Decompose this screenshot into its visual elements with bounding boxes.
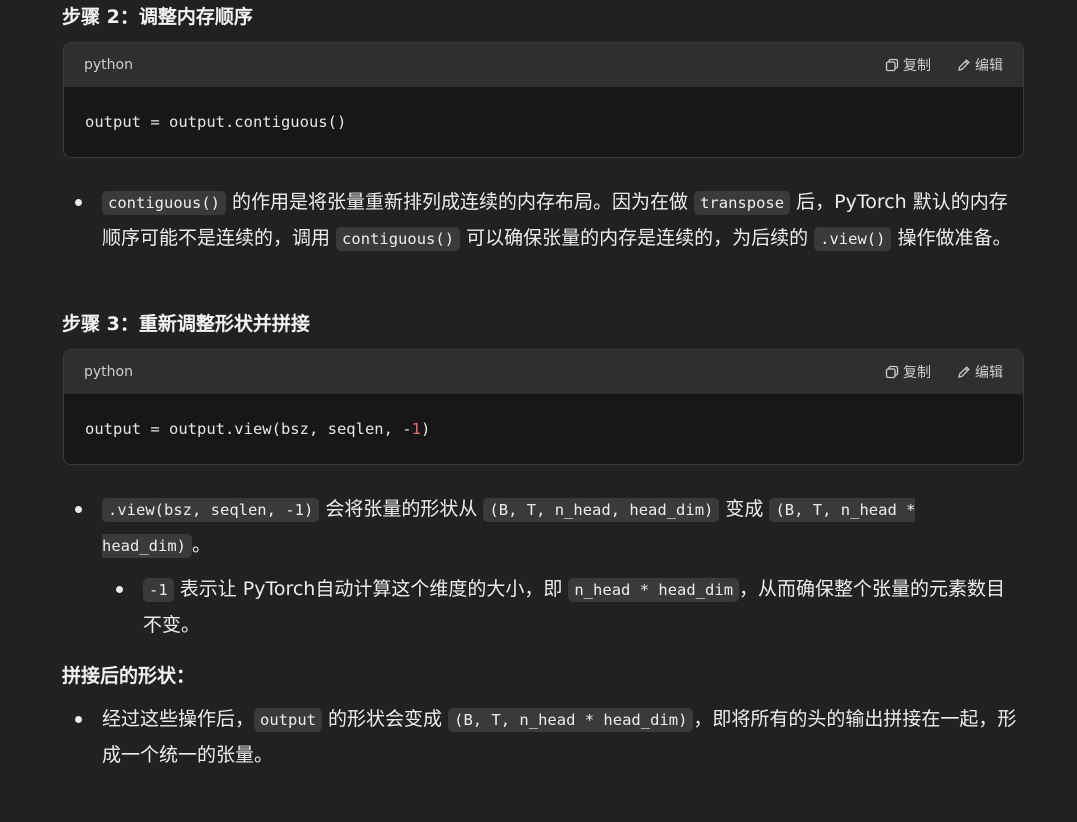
- inline-code: -1: [143, 578, 174, 602]
- inline-code: (B, T, n_head, head_dim): [483, 498, 720, 522]
- inline-code: n_head * head_dim: [568, 578, 740, 602]
- code-language: python: [84, 364, 133, 380]
- inline-code: .view(bsz, seqlen, -1): [102, 498, 320, 522]
- code-actions: 复制 编辑: [885, 362, 1003, 382]
- text-segment: 会将张量的形状从: [319, 498, 484, 520]
- text-segment: 变成: [719, 498, 770, 520]
- inline-code: transpose: [694, 191, 791, 215]
- pencil-icon: [958, 59, 970, 71]
- bullet-dot: [75, 506, 82, 513]
- edit-button[interactable]: 编辑: [957, 362, 1003, 382]
- code-line: output = output.contiguous(): [85, 113, 347, 131]
- copy-icon: [885, 365, 899, 379]
- text-segment: 的形状会变成: [322, 708, 449, 730]
- chat-content: 步骤 2：调整内存顺序 python 复制 编辑 output = output…: [0, 0, 1077, 822]
- inline-code: (B, T, n_head * head_dim): [448, 708, 694, 732]
- list-item-contiguous: contiguous() 的作用是将张量重新排列成连续的内存布局。因为在做 tr…: [102, 185, 1022, 257]
- code-text: output = output.view(bsz, seqlen, -: [85, 420, 412, 438]
- after-heading: 拼接后的形状：: [62, 665, 196, 687]
- code-header: python 复制 编辑: [64, 350, 1023, 394]
- text-segment: 的作用是将张量重新排列成连续的内存布局。因为在做: [225, 191, 695, 213]
- text-segment: 操作做准备。: [891, 227, 1012, 249]
- bullet-dot: [75, 716, 82, 723]
- code-language: python: [84, 57, 133, 73]
- sub-list-item-minus-one: -1 表示让 PyTorch自动计算这个维度的大小，即 n_head * hea…: [143, 572, 1023, 643]
- text-segment: 可以确保张量的内存是连续的，为后续的: [460, 227, 815, 249]
- copy-button[interactable]: 复制: [885, 362, 931, 382]
- code-text: ): [420, 420, 431, 438]
- list-item-view: .view(bsz, seqlen, -1) 会将张量的形状从 (B, T, n…: [102, 492, 1022, 564]
- code-actions: 复制 编辑: [885, 55, 1003, 75]
- text-segment: 经过这些操作后，: [102, 708, 255, 730]
- inline-code: contiguous(): [336, 227, 461, 251]
- code-block-1: python 复制 编辑 output = output.contiguous(…: [63, 42, 1024, 158]
- copy-icon: [885, 58, 899, 72]
- edit-button[interactable]: 编辑: [957, 55, 1003, 75]
- text-segment: 表示让 PyTorch自动计算这个维度的大小，即: [173, 578, 569, 600]
- pencil-icon: [958, 366, 970, 378]
- copy-label: 复制: [903, 58, 931, 74]
- list-item-after: 经过这些操作后， output 的形状会变成 (B, T, n_head * he…: [102, 702, 1022, 773]
- code-header: python 复制 编辑: [64, 43, 1023, 87]
- copy-label: 复制: [903, 365, 931, 381]
- copy-button[interactable]: 复制: [885, 55, 931, 75]
- inline-code: .view(): [814, 227, 892, 251]
- code-number: 1: [411, 420, 421, 438]
- code-content: output = output.view(bsz, seqlen, -1): [64, 394, 1023, 464]
- edit-label: 编辑: [975, 58, 1003, 74]
- step2-heading: 步骤 2：调整内存顺序: [62, 6, 253, 28]
- inline-code: contiguous(): [102, 191, 226, 215]
- code-line: output = output.view(bsz, seqlen, -1): [85, 420, 430, 438]
- edit-label: 编辑: [975, 365, 1003, 381]
- sub-bullet-dot: [116, 586, 123, 593]
- text-segment: 。: [192, 534, 212, 556]
- step3-heading: 步骤 3：重新调整形状并拼接: [62, 313, 310, 335]
- code-content: output = output.contiguous(): [64, 87, 1023, 157]
- inline-code: output: [254, 708, 323, 732]
- bullet-dot: [75, 199, 82, 206]
- code-block-2: python 复制 编辑 output = output.view(bsz, s…: [63, 349, 1024, 465]
